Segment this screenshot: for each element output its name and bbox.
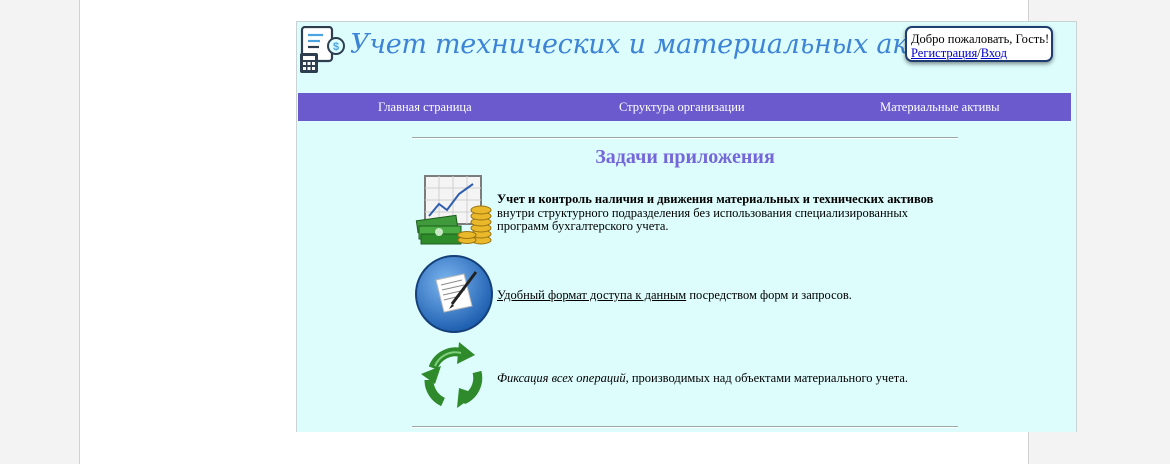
nav-bar: Главная страница Структура организации М… <box>298 93 1071 121</box>
document-page: $ Учет технических и материальных активо… <box>79 0 1077 464</box>
task-access-text: посредством форм и запросов. <box>686 288 852 302</box>
task-access: Удобный формат доступа к данным посредст… <box>497 288 937 303</box>
chart-money-icon <box>415 175 492 245</box>
nav-item-home[interactable]: Главная страница <box>378 93 472 121</box>
register-link[interactable]: Регистрация <box>911 46 977 60</box>
auth-links: Регистрация/Вход <box>911 46 1051 60</box>
task-access-underlined: Удобный формат доступа к данным <box>497 288 687 302</box>
welcome-text: Добро пожаловать, Гость! <box>911 32 1050 46</box>
bottom-divider <box>412 426 958 428</box>
document-pen-icon <box>415 255 493 333</box>
task-accounting-text: внутри структурного подразделения без ис… <box>497 205 909 233</box>
task-logging-italic: Фиксация всех операций <box>497 371 626 385</box>
svg-text:$: $ <box>333 41 339 53</box>
top-divider <box>412 137 958 139</box>
app-screenshot: $ Учет технических и материальных активо… <box>296 21 1077 432</box>
task-logging-text: , производимых над объектами материально… <box>625 371 909 385</box>
tasks-heading: Задачи приложения <box>595 146 775 168</box>
welcome-box: Добро пожаловать, Гость! Регистрация/Вхо… <box>905 26 1053 62</box>
login-link[interactable]: Вход <box>981 46 1007 60</box>
recycle-arrows-icon <box>421 342 483 408</box>
task-accounting: Учет и контроль наличия и движения матер… <box>497 192 937 234</box>
task-accounting-bold: Учет и контроль наличия и движения матер… <box>497 192 934 206</box>
task-logging: Фиксация всех операций, производимых над… <box>497 371 937 386</box>
nav-item-assets[interactable]: Материальные активы <box>880 93 1000 121</box>
site-title: Учет технических и материальных активов <box>350 29 998 60</box>
calculator-money-icon: $ <box>300 26 345 73</box>
nav-item-structure[interactable]: Структура организации <box>619 93 745 121</box>
